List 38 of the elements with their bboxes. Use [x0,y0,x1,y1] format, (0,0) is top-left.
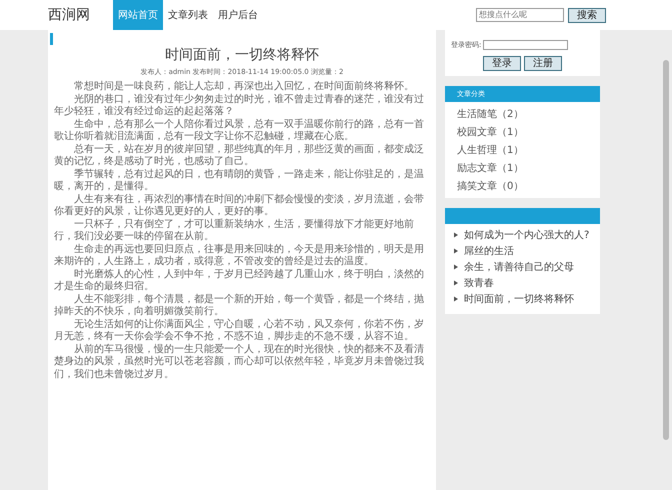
accent-bar [50,33,53,45]
category-link[interactable]: 搞笑文章（0） [457,179,588,193]
article-paragraph: 无论生活如何的让你满面风尘，守心自暖，心若不动，风又奈何，你若不伤，岁月无恙，终有一天你会学会不争不抢，不惑不迫，脚步走的不急不缓，从容不迫。 [54,318,425,344]
scrollbar[interactable] [663,60,669,440]
recent-article-link[interactable]: 屌丝的生活 [464,244,514,258]
category-link[interactable]: 生活随笔（2） [457,107,588,121]
nav-tab[interactable]: 文章列表 [163,0,213,30]
article-paragraph: 常想时间是一味良药，能让人忘却，再深也出入回忆，在时间面前终将释怀。 [73,81,415,94]
bullet-icon [453,296,459,302]
login-button[interactable]: 注册 [524,56,562,71]
bullet-icon [453,232,459,238]
login-button[interactable]: 登录 [483,56,521,71]
article-paragraph: 生命走的再远也要回归原点，往事是用来回味的，今天是用来珍惜的，明天是用来期许的，人生路上，成功者，或得意，不管改变的曾经是过去的温度。 [54,244,425,268]
article-paragraph: 时光磨炼人的心性，人到中年，于岁月已经跨越了几重山水，终于明白，淡然的才是生命的最终归宿。 [54,268,425,294]
recent-article-link[interactable]: 如何成为一个内心强大的人? [464,228,590,242]
category-link[interactable]: 校园文章（1） [457,125,588,139]
recent-article-link[interactable]: 余生，请善待自己的父母 [464,260,574,274]
bullet-icon [453,280,459,286]
article-paragraph: 一只杯子，只有倒空了，才可以重新装纳水，生活，要懂得放下才能更好地前行，我们没必要一味的停留在从前。 [54,218,415,244]
article-paragraph: 总有一天，站在岁月的彼岸回望，那些纯真的年月，那些泛黄的画面，都变成泛黄的记忆，终是感动了时光，也感动了自己。 [54,144,425,168]
article-paragraph: 人生不能彩排，每个清晨，都是一个新的开始，每一个黄昏，都是一个终结，抛掉昨天的不快乐，向着明媚微笑前行。 [54,294,425,318]
article-paragraph: 季节辗转，总有过起风的日，也有晴朗的黄昏，一路走来，能让你驻足的，是温暖，离开的，是懂得。 [54,168,425,194]
search-field[interactable]: 想搜点什么呢 [476,8,564,22]
article-paragraph: 人生有来有往，再浓烈的事情在时间的冲刷下都会慢慢的变淡，岁月流逝，会带你看更好的风景，让你遇见更好的人，更好的事。 [54,194,425,218]
category-link[interactable]: 人生哲理（1） [457,143,588,157]
site-logo[interactable]: 西涧网 [48,6,113,24]
recent-article-link[interactable]: 时间面前，一切终将释怀 [464,292,574,306]
category-link[interactable]: 励志文章（1） [457,161,588,175]
password-field[interactable] [483,40,568,50]
bullet-icon [453,248,459,254]
bullet-icon [453,264,459,270]
article-paragraph: 光阴的巷口，谁没有过年少匆匆走过的时光，谁不曾走过青春的迷茫，谁没有过年少轻狂，谁没有经过命运的起起落落？ [54,94,425,118]
article-paragraph: 从前的车马很慢，慢的一生只能爱一个人，现在的时光很快，快的都来不及看清楚身边的风景，虽然时光可以苍老容颜，而心却可以依然年轻，毕竟岁月未曾饶过我们，我们也未曾饶过岁月。 [54,344,425,381]
article-paragraph: 生命中，总有那么一个人陪你看过风景，总有一双手温暖你前行的路，总有一首歌让你听着就泪流满面，总有一段文字让你不忍触碰，埋藏在心底。 [54,118,425,144]
article-title: 时间面前，一切终将释怀 [164,46,320,64]
recent-article-link[interactable]: 致青春 [464,276,494,290]
search-button[interactable]: 搜索 [568,8,606,22]
nav-tab[interactable]: 用户后台 [213,0,263,30]
